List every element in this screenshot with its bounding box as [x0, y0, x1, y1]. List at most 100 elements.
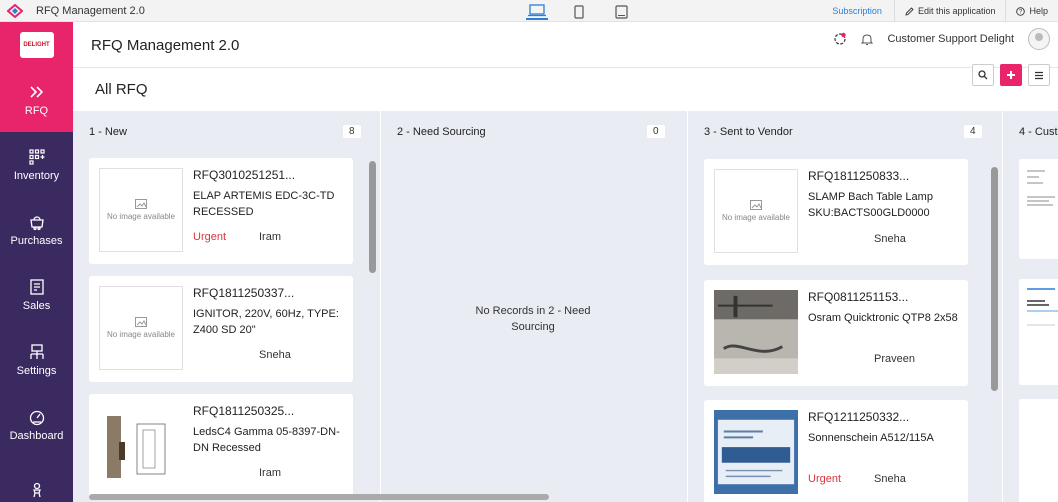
mobile-view-icon[interactable] [568, 3, 590, 20]
desktop-view-icon[interactable] [526, 3, 548, 20]
help-button[interactable]: ? Help [1005, 0, 1058, 22]
column-scrollbar[interactable] [991, 167, 998, 391]
plus-icon [1007, 71, 1015, 79]
edit-application-button[interactable]: Edit this application [893, 0, 1006, 22]
cart-icon [29, 215, 44, 230]
subscription-link[interactable]: Subscription [820, 6, 894, 16]
brand-area: DELIGHT [0, 22, 73, 67]
owner-name: Sneha [259, 349, 291, 361]
column-need-sourcing: 2 - Need Sourcing 0 No Records in 2 - Ne… [381, 111, 687, 502]
rfq-card[interactable]: RFQ1211250332... Sonnenschein A512/115A … [704, 400, 968, 502]
column-new: 1 - New 8 No image available RFQ30102512… [73, 111, 380, 502]
sidebar-item-purchases[interactable]: Purchases [0, 197, 73, 262]
gauge-icon [29, 410, 44, 425]
app-logo-icon[interactable] [0, 0, 30, 22]
tablet-view-icon[interactable] [610, 3, 632, 20]
sidebar-item-label: RFQ [24, 104, 49, 117]
top-bar: RFQ Management 2.0 Subscription Edit thi… [0, 0, 1058, 22]
image-icon [750, 199, 762, 210]
sidebar: DELIGHT RFQ Inventory Purchases Sales Se… [0, 22, 73, 502]
sidebar-item-settings[interactable]: Settings [0, 327, 73, 392]
sidebar-item-inventory[interactable]: Inventory [0, 132, 73, 197]
column-title: 2 - Need Sourcing [397, 126, 486, 138]
settings-icon [29, 343, 44, 359]
card-image-placeholder: No image available [99, 286, 183, 370]
sidebar-item-sales[interactable]: Sales [0, 262, 73, 327]
view-header: All RFQ [73, 64, 1058, 111]
image-icon [135, 316, 147, 327]
column-scrollbar[interactable] [369, 161, 376, 273]
rfq-card[interactable]: No image available RFQ3010251251... ELAP… [89, 158, 353, 264]
notification-badge-icon[interactable] [833, 32, 847, 46]
app-header: RFQ Management 2.0 Customer Support Deli… [73, 22, 1058, 68]
kanban-board: 1 - New 8 No image available RFQ30102512… [73, 111, 1058, 502]
owner-name: Sneha [874, 233, 906, 245]
column-title: 4 - Cust [1019, 126, 1058, 138]
owner-name: Sneha [874, 473, 906, 485]
rfq-id: RFQ1211250332... [808, 410, 910, 424]
grid-plus-icon [28, 148, 45, 165]
column-count: 4 [964, 125, 982, 138]
rfq-id: RFQ0811251153... [808, 290, 909, 304]
rfq-product: LedsC4 Gamma 05-8397-DN-DN Recessed [193, 426, 340, 454]
column-count: 0 [647, 125, 665, 138]
rfq-id: RFQ1811250325... [193, 404, 295, 418]
sidebar-item-label: Sales [22, 299, 51, 312]
no-image-label: No image available [106, 211, 176, 221]
card-image-placeholder: No image available [99, 168, 183, 252]
wall-light-image [99, 404, 183, 488]
menu-button[interactable] [1028, 64, 1050, 86]
bell-icon[interactable] [861, 33, 874, 46]
pencil-icon [905, 6, 914, 16]
product-image [714, 290, 798, 374]
person-icon [32, 482, 41, 497]
brand-logo[interactable]: DELIGHT [19, 31, 54, 58]
priority-label: Urgent [193, 231, 227, 243]
owner-name: Iram [259, 231, 281, 243]
sidebar-item-label: Dashboard [9, 429, 64, 442]
search-button[interactable] [972, 64, 994, 86]
rfq-card[interactable] [1019, 399, 1058, 502]
add-record-button[interactable] [1000, 64, 1022, 86]
help-label: Help [1029, 6, 1048, 16]
owner-name: Iram [259, 467, 281, 479]
sidebar-item-label: Purchases [10, 234, 63, 247]
edit-application-label: Edit this application [917, 6, 996, 16]
user-name[interactable]: Customer Support Delight [887, 33, 1014, 45]
no-image-label: No image available [721, 212, 791, 222]
card-image-placeholder: No image available [714, 169, 798, 253]
view-title: All RFQ [95, 81, 148, 98]
rfq-id: RFQ3010251251... [193, 168, 296, 182]
empty-state-text: No Records in 2 - Need Sourcing [475, 305, 591, 333]
rfq-card[interactable]: RFQ0811251153... Osram Quicktronic QTP8 … [704, 280, 968, 386]
document-thumbnail [1027, 170, 1055, 206]
column-customer: 4 - Cust [1003, 111, 1058, 502]
image-icon [135, 198, 147, 209]
app-name: RFQ Management 2.0 [36, 4, 145, 17]
ballast-image [714, 290, 798, 374]
sidebar-item-rfq[interactable]: RFQ [0, 67, 73, 132]
document-thumbnail [1027, 288, 1058, 326]
rfq-card[interactable] [1019, 159, 1058, 259]
rfq-card[interactable]: RFQ1811250325... LedsC4 Gamma 05-8397-DN… [89, 394, 353, 500]
sidebar-item-dashboard[interactable]: Dashboard [0, 392, 73, 457]
rfq-id: RFQ1811250833... [808, 169, 910, 183]
rfq-product: ELAP ARTEMIS EDC-3C-TD RECESSED [193, 190, 335, 218]
page-title: RFQ Management 2.0 [91, 37, 240, 54]
view-actions [972, 64, 1050, 86]
avatar[interactable] [1028, 28, 1050, 50]
column-title: 1 - New [89, 126, 127, 138]
rfq-product: IGNITOR, 220V, 60Hz, TYPE: Z400 SD 20" [193, 308, 339, 336]
rfq-card[interactable]: No image available RFQ1811250833... SLAM… [704, 159, 968, 265]
sidebar-item-label: Settings [16, 364, 57, 377]
header-actions: Customer Support Delight [833, 28, 1050, 50]
rfq-product: Osram Quicktronic QTP8 2x58 [808, 312, 958, 324]
sidebar-item-more[interactable] [0, 457, 73, 502]
app-root: RFQ Management 2.0 Subscription Edit thi… [0, 0, 1058, 502]
horizontal-scrollbar[interactable] [89, 494, 549, 500]
rfq-card[interactable] [1019, 279, 1058, 385]
top-right-actions: Subscription Edit this application ? Hel… [820, 0, 1058, 22]
hamburger-icon [1035, 71, 1043, 79]
rfq-card[interactable]: No image available RFQ1811250337... IGNI… [89, 276, 353, 382]
no-image-label: No image available [106, 329, 176, 339]
